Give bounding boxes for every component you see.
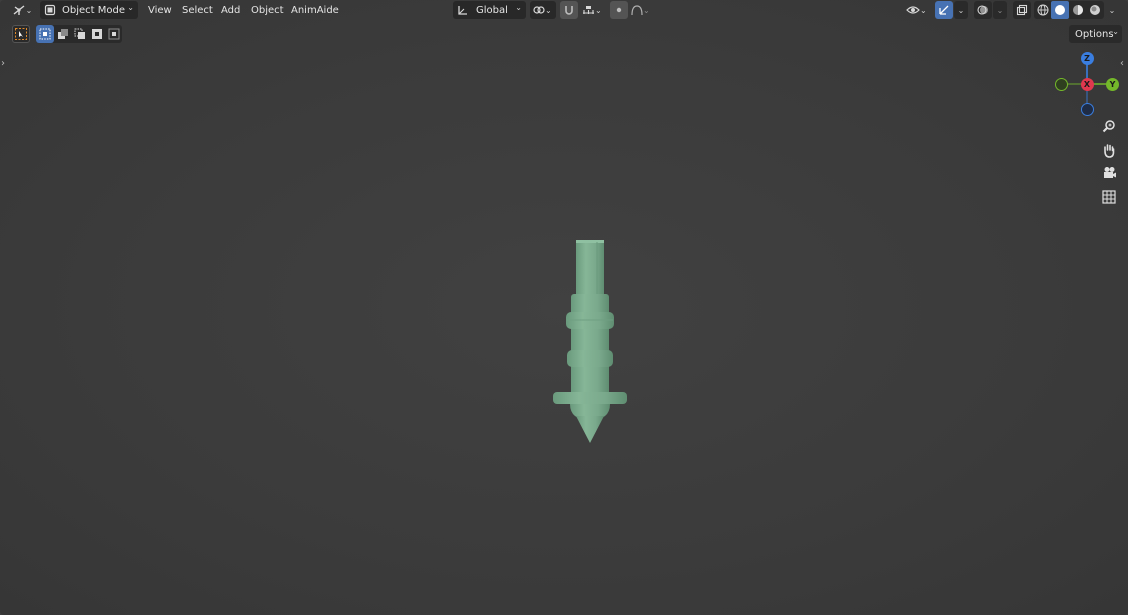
overlays-toggle[interactable] — [974, 1, 992, 19]
hand-icon — [1104, 143, 1115, 158]
menu-animaide[interactable]: AnimAide — [291, 4, 339, 18]
select-extend-button[interactable] — [54, 25, 71, 43]
material-shading-button[interactable] — [1069, 1, 1086, 19]
rendered-shading-button[interactable] — [1086, 1, 1103, 19]
wireframe-icon — [1037, 4, 1048, 16]
chevron-down-icon: ⌄ — [920, 5, 927, 15]
toolbar-expand-arrow-icon[interactable]: › — [1, 58, 5, 69]
chevron-down-icon: ⌄ — [643, 5, 650, 15]
visibility-dropdown[interactable]: ⌄ — [904, 1, 932, 19]
select-invert-icon — [91, 29, 102, 39]
magnet-icon — [565, 6, 573, 15]
gizmo-z-axis[interactable]: Z — [1080, 52, 1094, 65]
ortho-toggle-button[interactable] — [1098, 186, 1120, 208]
options-dropdown[interactable]: Options ⌄ — [1069, 25, 1122, 43]
chevron-down-icon: ⌄ — [545, 5, 552, 15]
proportional-falloff-dropdown[interactable]: ⌄ — [629, 1, 653, 19]
shading-mode-group — [1034, 1, 1104, 19]
gizmo-x-axis[interactable]: X — [1080, 77, 1094, 91]
sidebar-expand-arrow-icon[interactable]: ‹ — [1120, 58, 1124, 69]
eye-icon — [906, 6, 920, 14]
mesh-object[interactable] — [550, 238, 630, 448]
select-intersect-button[interactable] — [105, 25, 122, 43]
material-sphere-icon — [1072, 5, 1083, 15]
gizmo-negative-y-axis[interactable] — [1055, 77, 1068, 91]
pivot-point-dropdown[interactable]: ⌄ — [530, 1, 556, 19]
select-subtract-icon — [74, 28, 85, 39]
xray-toggle[interactable] — [1013, 1, 1031, 19]
wireframe-shading-button[interactable] — [1034, 1, 1051, 19]
options-label: Options — [1075, 28, 1114, 40]
select-new-button[interactable] — [36, 25, 54, 43]
chevron-down-icon: ⌄ — [957, 5, 965, 15]
menu-object[interactable]: Object — [251, 4, 284, 18]
orientation-icon — [458, 6, 467, 15]
camera-view-button[interactable] — [1098, 162, 1120, 184]
select-extend-icon — [57, 29, 68, 39]
orientation-label: Global — [476, 4, 508, 16]
zoom-icon — [1102, 120, 1115, 133]
chevron-down-icon: ⌄ — [1108, 5, 1116, 15]
solid-sphere-icon — [1055, 5, 1065, 15]
editor-type-button[interactable]: ⌄ — [8, 1, 36, 19]
chevron-down-icon: ⌄ — [127, 3, 134, 12]
gizmo-y-axis[interactable]: Y — [1106, 77, 1119, 91]
chevron-down-icon: ⌄ — [25, 5, 33, 15]
select-mode-group — [36, 25, 122, 43]
select-new-icon — [39, 28, 51, 40]
shading-dropdown[interactable]: ⌄ — [1105, 1, 1119, 19]
transform-orientation-dropdown[interactable]: Global ⌄ — [453, 1, 526, 19]
select-subtract-button[interactable] — [71, 25, 88, 43]
mode-dropdown[interactable]: Object Mode ⌄ — [40, 1, 138, 19]
menu-add[interactable]: Add — [221, 4, 240, 18]
camera-icon — [1103, 167, 1116, 178]
editor-type-icon — [13, 5, 25, 15]
proportional-dot-icon — [616, 7, 622, 13]
gizmo-toggle[interactable] — [935, 1, 953, 19]
solid-shading-button[interactable] — [1051, 1, 1069, 19]
grid-icon — [1102, 190, 1116, 204]
chevron-down-icon: ⌄ — [996, 5, 1004, 15]
zoom-tool-button[interactable] — [1098, 115, 1120, 137]
navigation-gizmo[interactable]: Z Y X — [1054, 52, 1120, 116]
select-intersect-icon — [108, 28, 119, 40]
proportional-edit-toggle[interactable] — [610, 1, 628, 19]
xray-icon — [1016, 4, 1028, 16]
mode-label: Object Mode — [62, 4, 125, 16]
pan-tool-button[interactable] — [1098, 139, 1120, 161]
pivot-icon — [533, 6, 545, 14]
overlays-dropdown[interactable]: ⌄ — [993, 1, 1007, 19]
viewport-header: ⌄ Object Mode ⌄ View Select Add Object A… — [0, 0, 1128, 22]
menu-select[interactable]: Select — [182, 4, 213, 18]
cursor-tool-icon — [15, 28, 27, 40]
active-tool-button[interactable] — [12, 25, 30, 43]
snap-increment-icon — [583, 6, 594, 14]
chevron-down-icon: ⌄ — [1112, 27, 1119, 36]
menu-view[interactable]: View — [148, 4, 172, 18]
chevron-down-icon: ⌄ — [595, 5, 602, 15]
rendered-sphere-icon — [1089, 5, 1100, 15]
gizmo-dropdown[interactable]: ⌄ — [954, 1, 968, 19]
select-invert-button[interactable] — [88, 25, 105, 43]
overlays-icon — [977, 5, 988, 15]
snap-target-dropdown[interactable]: ⌄ — [579, 1, 605, 19]
object-mode-icon — [44, 4, 56, 16]
chevron-down-icon: ⌄ — [515, 3, 522, 12]
gizmo-negative-z-axis[interactable] — [1080, 103, 1094, 116]
snap-toggle[interactable] — [560, 1, 578, 19]
gizmo-icon — [939, 5, 949, 15]
falloff-curve-icon — [631, 5, 643, 16]
